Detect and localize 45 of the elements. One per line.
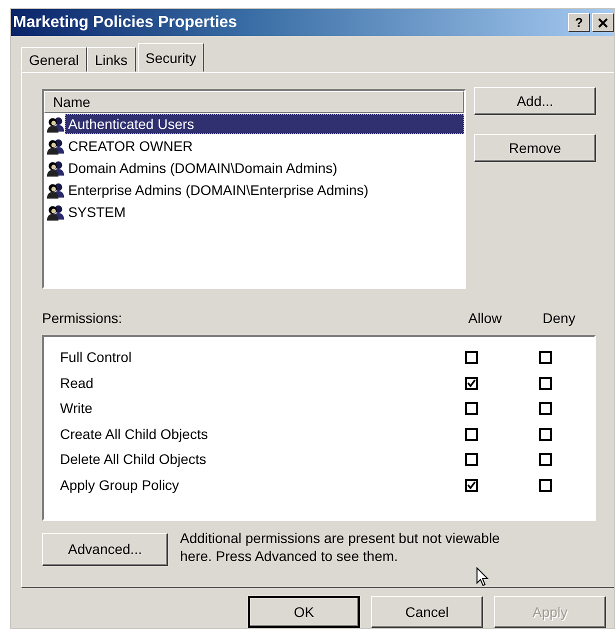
action-button[interactable]: Add... bbox=[474, 87, 596, 115]
checkbox[interactable] bbox=[464, 478, 478, 492]
list-item[interactable]: Enterprise Admins (DOMAIN\Enterprise Admins) bbox=[65, 180, 464, 200]
checkbox[interactable] bbox=[464, 376, 478, 390]
user-group-icon bbox=[46, 116, 66, 132]
help-button[interactable]: ? bbox=[568, 13, 590, 32]
user-group-icon bbox=[46, 160, 66, 176]
close-button[interactable] bbox=[592, 13, 614, 32]
permission-label: Read bbox=[59, 374, 94, 393]
tab[interactable]: Security bbox=[138, 43, 204, 72]
column-header: Deny bbox=[542, 308, 576, 328]
checkbox[interactable] bbox=[464, 453, 478, 466]
checkbox[interactable] bbox=[464, 428, 478, 441]
checkbox[interactable] bbox=[538, 428, 552, 441]
tab[interactable]: General bbox=[21, 47, 87, 72]
checkbox[interactable] bbox=[464, 402, 478, 416]
permissions-label: Permissions: bbox=[42, 308, 124, 328]
list-item[interactable]: SYSTEM bbox=[65, 202, 464, 222]
checkbox[interactable] bbox=[538, 351, 552, 364]
window-title: Marketing Policies Properties bbox=[13, 12, 238, 32]
column-header[interactable]: Name bbox=[44, 91, 464, 113]
permission-label: Apply Group Policy bbox=[59, 476, 180, 495]
checkbox[interactable] bbox=[538, 402, 552, 416]
list-item[interactable]: CREATOR OWNER bbox=[65, 136, 464, 156]
checkbox[interactable] bbox=[464, 351, 478, 364]
tab[interactable]: Links bbox=[86, 47, 136, 72]
permission-label: Write bbox=[59, 399, 94, 418]
user-group-icon bbox=[46, 182, 66, 198]
close-icon bbox=[598, 18, 608, 28]
user-group-icon bbox=[46, 138, 66, 154]
permission-label: Create All Child Objects bbox=[59, 424, 209, 444]
dialog-button[interactable]: Cancel bbox=[371, 596, 483, 628]
list-item[interactable]: Domain Admins (DOMAIN\Domain Admins) bbox=[65, 158, 464, 178]
dialog-button[interactable]: OK bbox=[248, 596, 360, 628]
advanced-button[interactable]: Advanced... bbox=[42, 533, 168, 566]
list-item[interactable]: Authenticated Users bbox=[65, 114, 464, 134]
action-button[interactable]: Remove bbox=[474, 134, 596, 162]
checkbox[interactable] bbox=[538, 453, 552, 466]
info-text: Additional permissions are present but not viewable here. Press Advanced to see them. bbox=[180, 529, 501, 566]
checkbox[interactable] bbox=[538, 376, 552, 390]
checkbox[interactable] bbox=[538, 478, 552, 492]
permission-label: Delete All Child Objects bbox=[59, 450, 208, 470]
column-header: Allow bbox=[467, 308, 503, 328]
permission-label: Full Control bbox=[59, 348, 133, 368]
user-group-icon bbox=[46, 204, 66, 220]
